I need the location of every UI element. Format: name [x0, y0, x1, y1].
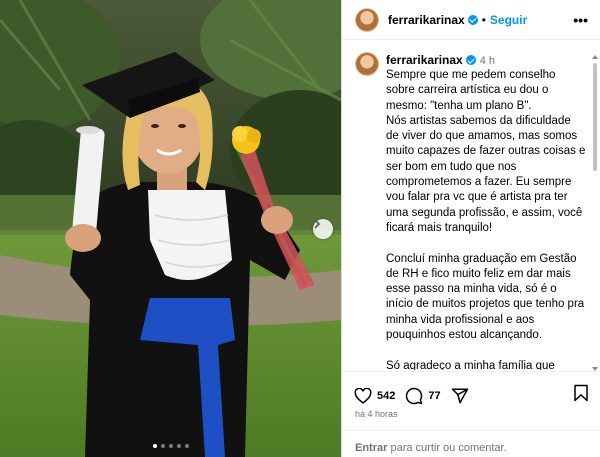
- carousel-dot: [152, 444, 157, 448]
- login-link[interactable]: Entrar: [355, 442, 387, 454]
- like-button[interactable]: 542: [354, 387, 405, 404]
- caption-text: Sempre que me pedem conselho sobre carre…: [386, 68, 586, 370]
- share-button[interactable]: [451, 387, 469, 405]
- bookmark-icon: [574, 384, 588, 402]
- post-side-panel: ferrarikarinax • Seguir ••• ferrarikarin…: [341, 0, 600, 457]
- share-icon: [451, 388, 468, 403]
- verified-badge-icon: [467, 14, 478, 25]
- like-count[interactable]: 542: [377, 390, 395, 402]
- login-prompt: Entrar para curtir ou comentar.: [342, 430, 600, 457]
- comment-icon: [406, 387, 423, 404]
- comment-count[interactable]: 77: [428, 390, 440, 402]
- login-prompt-text: para curtir ou comentar.: [387, 442, 507, 454]
- post-media[interactable]: [0, 0, 341, 457]
- caption-header: ferrarikarinax 4 h: [386, 53, 495, 67]
- post-time[interactable]: há 4 horas: [355, 409, 398, 419]
- save-button[interactable]: [573, 384, 589, 407]
- caption-body: Sempre que me pedem conselho sobre carre…: [386, 69, 586, 370]
- follow-button[interactable]: Seguir: [490, 13, 527, 27]
- carousel-next-button[interactable]: [313, 219, 333, 239]
- heart-icon: [354, 387, 372, 404]
- carousel-dot: [176, 444, 181, 448]
- carousel-indicator: [0, 444, 341, 448]
- caption-username[interactable]: ferrarikarinax: [386, 53, 463, 67]
- scroll-thumb[interactable]: [593, 63, 597, 171]
- comment-button[interactable]: 77: [405, 387, 450, 405]
- avatar[interactable]: [355, 7, 379, 32]
- separator: •: [481, 12, 486, 27]
- caption-avatar[interactable]: [355, 52, 379, 76]
- chevron-right-icon: [314, 219, 321, 229]
- carousel-dot: [160, 444, 165, 448]
- scroll-up-arrow-icon[interactable]: [592, 55, 598, 59]
- caption-time[interactable]: 4 h: [480, 55, 495, 67]
- post-actions: 542 77 há 4 horas Entrar para curtir ou …: [342, 371, 600, 457]
- post-username[interactable]: ferrarikarinax: [388, 13, 465, 27]
- action-row: 542 77: [354, 384, 589, 407]
- caption-scrollbar[interactable]: [592, 55, 598, 371]
- more-options-icon[interactable]: •••: [573, 13, 588, 27]
- graduation-photo: [0, 0, 341, 457]
- carousel-dot: [168, 444, 173, 448]
- caption-area[interactable]: ferrarikarinax 4 h Sempre que me pedem co…: [342, 52, 600, 370]
- post-header: ferrarikarinax • Seguir •••: [342, 0, 600, 40]
- carousel-dot: [184, 444, 189, 448]
- verified-badge-icon: [465, 55, 476, 65]
